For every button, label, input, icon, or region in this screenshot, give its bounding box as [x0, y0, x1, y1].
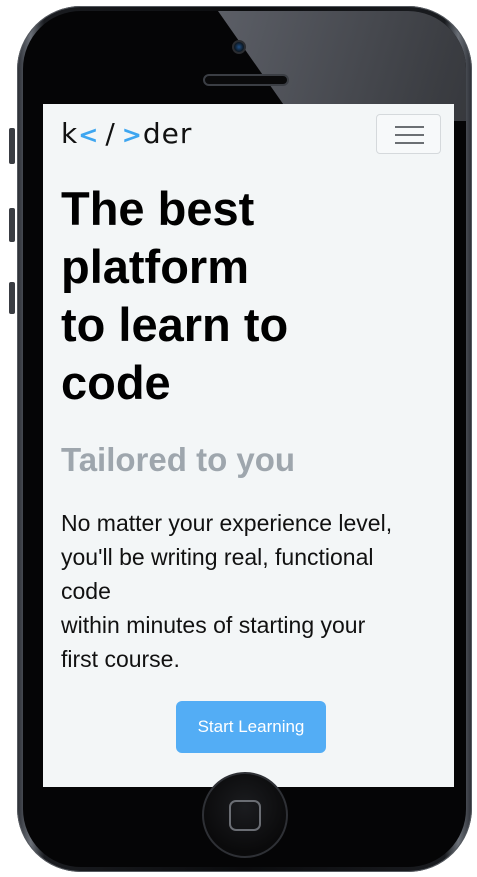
phone-screen: k< / >der The best platform to learn to co… [43, 104, 454, 787]
brand-lt: < [78, 121, 100, 149]
brand-letter-k: k [61, 117, 79, 150]
description-line: you'll be writing real, functional [61, 544, 374, 570]
hero-title-line: code [61, 356, 171, 409]
hero-description: No matter your experience level, you'll … [61, 506, 451, 676]
hero-title-line: The best [61, 182, 255, 235]
start-learning-button[interactable]: Start Learning [176, 701, 326, 753]
volume-up-button [9, 208, 15, 242]
hero-title-line: to learn to [61, 298, 289, 351]
hamburger-line-3 [395, 142, 424, 144]
home-button-icon [229, 800, 261, 831]
brand-suffix: der [142, 117, 193, 150]
hamburger-line-1 [395, 126, 424, 128]
speaker-grille [203, 74, 289, 86]
brand-logo[interactable]: k< / >der [61, 118, 192, 151]
description-line: No matter your experience level, [61, 510, 393, 536]
camera-icon [232, 40, 246, 54]
description-line: within minutes of starting your [61, 612, 366, 638]
brand-slash: / [105, 117, 116, 150]
brand-gt: > [121, 121, 143, 149]
description-line: first course. [61, 646, 180, 672]
mute-switch [9, 128, 15, 164]
hamburger-menu-button[interactable] [376, 114, 441, 154]
hero-title-line: platform [61, 240, 249, 293]
navbar: k< / >der [43, 104, 454, 164]
hero-title: The best platform to learn to code [61, 180, 441, 412]
hamburger-line-2 [395, 134, 424, 136]
volume-down-button [9, 282, 15, 314]
description-line: code [61, 578, 111, 604]
hero-subtitle: Tailored to you [61, 441, 296, 478]
